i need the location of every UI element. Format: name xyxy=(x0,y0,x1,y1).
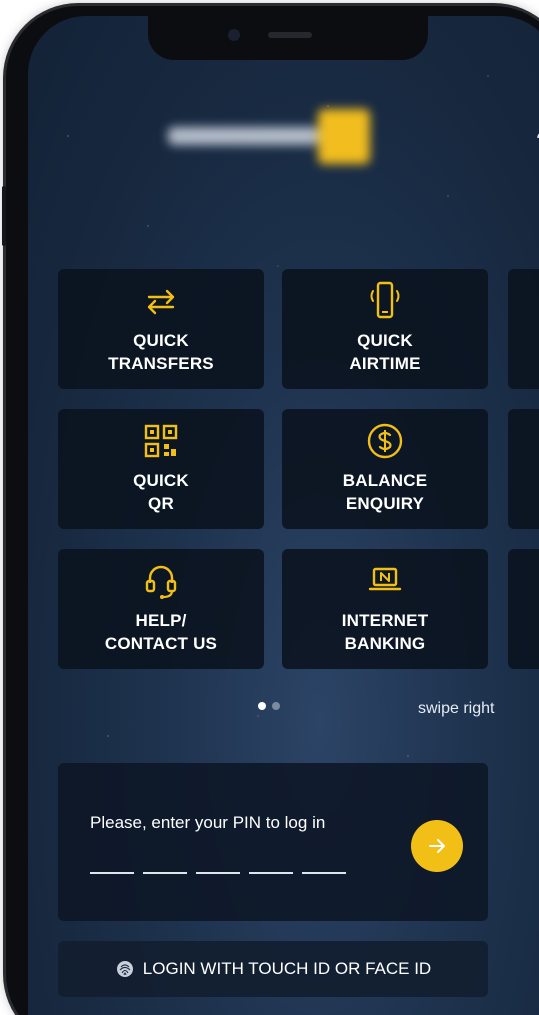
pin-digit-slot[interactable] xyxy=(196,872,240,874)
tile-peek-next-page[interactable] xyxy=(508,269,539,389)
headset-icon xyxy=(139,559,183,603)
page-dot[interactable] xyxy=(272,702,280,710)
tile-label: HELP/ CONTACT US xyxy=(104,611,218,653)
bank-logo xyxy=(168,101,378,171)
pin-submit-button[interactable] xyxy=(411,820,463,872)
bank-logo-wordmark xyxy=(168,127,318,145)
transfer-arrows-icon xyxy=(139,279,183,323)
pin-prompt: Please, enter your PIN to log in xyxy=(90,813,326,832)
volume-button xyxy=(2,186,6,246)
speaker-grille xyxy=(268,32,312,38)
swipe-hint: swipe right xyxy=(418,700,495,717)
tile-quick-qr[interactable]: QUICK QR xyxy=(58,409,264,529)
tile-label: BALANCE ENQUIRY xyxy=(342,471,428,513)
tile-peek-next-page[interactable] xyxy=(508,409,539,529)
pin-digit-slot[interactable] xyxy=(90,872,134,874)
tile-label: QUICK TRANSFERS xyxy=(108,331,214,373)
bank-logo-mark xyxy=(318,109,370,164)
front-camera-icon xyxy=(228,29,240,41)
arrow-right-icon xyxy=(429,839,445,853)
pin-digit-slot[interactable] xyxy=(302,872,346,874)
mobile-phone-icon xyxy=(363,279,407,323)
dollar-coin-icon xyxy=(363,419,407,463)
pin-login-card: Please, enter your PIN to log in xyxy=(58,763,488,921)
pin-digit-slot[interactable] xyxy=(143,872,187,874)
device-frame: QUICK TRANSFERS QUICK AIRTIME QUICK QR B… xyxy=(0,0,539,1015)
biometric-login-label: LOGIN WITH TOUCH ID OR FACE ID xyxy=(142,959,432,978)
laptop-n-icon xyxy=(363,559,407,603)
biometric-login-button[interactable]: LOGIN WITH TOUCH ID OR FACE ID xyxy=(58,941,488,997)
tile-balance-enquiry[interactable]: BALANCE ENQUIRY xyxy=(282,409,488,529)
fingerprint-icon xyxy=(116,961,133,977)
notch xyxy=(148,16,428,60)
tile-quick-airtime[interactable]: QUICK AIRTIME xyxy=(282,269,488,389)
tile-quick-transfers[interactable]: QUICK TRANSFERS xyxy=(58,269,264,389)
pin-digit-slot[interactable] xyxy=(249,872,293,874)
page-dot-active[interactable] xyxy=(258,702,266,710)
page-indicator xyxy=(258,702,280,710)
app-screen: QUICK TRANSFERS QUICK AIRTIME QUICK QR B… xyxy=(28,16,539,1015)
tile-internet-banking[interactable]: INTERNET BANKING xyxy=(282,549,488,669)
qr-code-icon xyxy=(139,419,183,463)
tile-help-contact[interactable]: HELP/ CONTACT US xyxy=(58,549,264,669)
tile-label: QUICK AIRTIME xyxy=(349,331,421,373)
tile-label: INTERNET BANKING xyxy=(341,611,429,653)
tile-peek-next-page[interactable] xyxy=(508,549,539,669)
pin-input[interactable] xyxy=(90,872,346,874)
tile-label: QUICK QR xyxy=(133,471,189,513)
profile-icon[interactable] xyxy=(534,106,539,146)
